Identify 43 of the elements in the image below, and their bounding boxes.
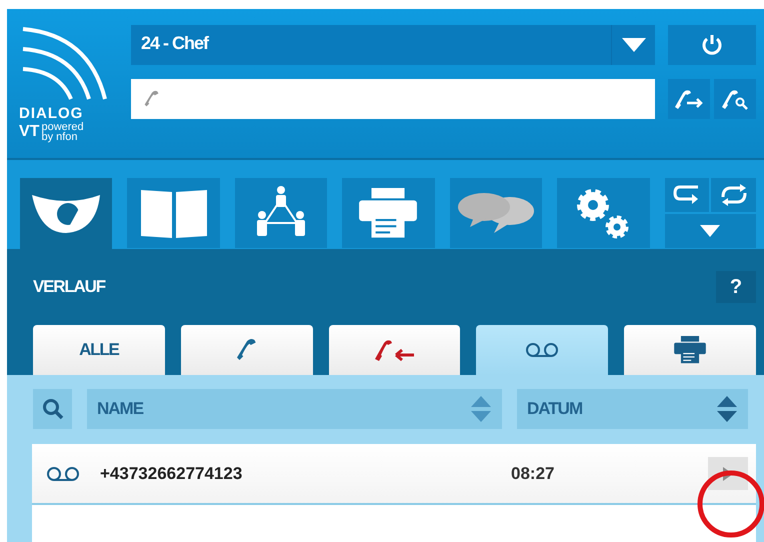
filter-tab[interactable]: ALLE — [33, 325, 165, 375]
sync-button[interactable] — [711, 178, 756, 212]
power-button[interactable] — [668, 25, 756, 65]
caret-icon — [622, 38, 646, 52]
filter-tab[interactable] — [328, 325, 460, 375]
printer-icon — [673, 336, 708, 364]
search-icon — [42, 398, 64, 420]
nav-tab[interactable] — [450, 178, 542, 248]
transfer-button[interactable] — [668, 79, 710, 119]
sort-icon — [716, 395, 738, 423]
printer-icon — [357, 188, 420, 238]
nav-tab[interactable] — [234, 178, 328, 248]
dial-field[interactable] — [131, 79, 655, 119]
column-label: NAME — [97, 399, 144, 419]
power-icon — [701, 34, 723, 56]
loop-button[interactable] — [664, 178, 710, 212]
nav-tab[interactable] — [342, 178, 435, 248]
voicemail-icon — [525, 342, 560, 358]
nav-tab[interactable] — [20, 178, 112, 249]
logo-brand: DIALOG — [19, 105, 84, 122]
logo-tagline: powered — [41, 122, 84, 132]
speech-bubbles-icon — [456, 191, 536, 235]
column-header[interactable]: DATUM — [517, 389, 748, 429]
help-button[interactable]: ? — [716, 271, 756, 303]
search-call-button[interactable] — [714, 79, 756, 119]
nav-tab[interactable] — [127, 178, 220, 248]
voicemail-icon — [46, 466, 80, 482]
account-select[interactable]: 24 - Chef — [131, 25, 655, 65]
search-button[interactable] — [33, 389, 72, 429]
call-time: 08:27 — [511, 464, 556, 484]
logo-tagline: by nfon — [41, 132, 78, 142]
sort-icon — [470, 395, 492, 423]
caller-number: +43732662774123 — [100, 464, 244, 484]
nav-tab[interactable] — [557, 178, 650, 248]
filter-tab[interactable] — [476, 325, 608, 375]
logo-product: VT — [19, 123, 40, 141]
section-title: VERLAUF — [33, 277, 105, 297]
column-label: DATUM — [527, 399, 582, 419]
more-button[interactable] — [664, 214, 756, 248]
sync-arrows-icon — [718, 183, 749, 207]
caret-icon — [700, 225, 720, 237]
column-header[interactable]: NAME — [87, 389, 502, 429]
filter-tab[interactable] — [624, 325, 756, 375]
